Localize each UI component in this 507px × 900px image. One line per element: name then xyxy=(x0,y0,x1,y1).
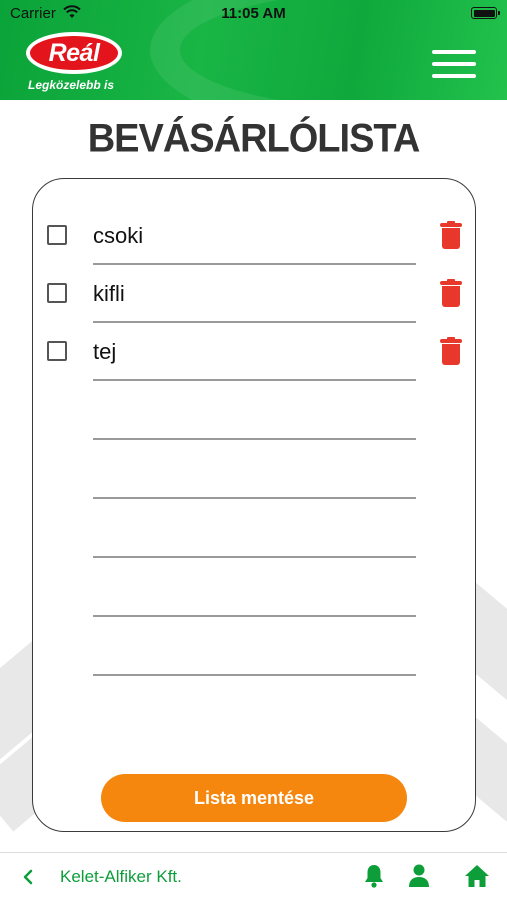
save-list-button[interactable]: Lista mentése xyxy=(101,774,407,822)
page-title: BEVÁSÁRLÓLISTA xyxy=(87,116,421,162)
home-icon[interactable] xyxy=(464,863,490,889)
shopping-list-card: csoki kifli tej Lista mentése xyxy=(32,178,476,832)
brand-logo[interactable]: Reál xyxy=(26,32,122,76)
empty-list-line[interactable] xyxy=(93,674,416,676)
logo-text: Reál xyxy=(48,39,100,67)
back-chevron-icon[interactable] xyxy=(22,869,34,885)
user-icon[interactable] xyxy=(408,863,430,889)
bell-icon[interactable] xyxy=(363,863,385,889)
company-name[interactable]: Kelet-Alfiker Kft. xyxy=(60,867,182,887)
bottom-bar: Kelet-Alfiker Kft. xyxy=(0,852,507,900)
trash-icon[interactable] xyxy=(439,337,463,367)
battery-icon xyxy=(471,7,500,19)
empty-list-line[interactable] xyxy=(93,497,416,499)
status-bar: Carrier 11:05 AM xyxy=(0,0,507,26)
list-item: tej xyxy=(33,295,477,365)
trash-lid xyxy=(440,339,462,343)
empty-list-line[interactable] xyxy=(93,556,416,558)
trash-bin xyxy=(442,344,460,365)
list-item: kifli xyxy=(33,237,477,307)
trash-lid xyxy=(440,223,462,227)
menu-bar-middle xyxy=(432,62,476,66)
list-item: csoki xyxy=(33,179,477,249)
item-checkbox[interactable] xyxy=(47,341,67,361)
item-label[interactable]: tej xyxy=(93,339,116,365)
menu-bar-bottom xyxy=(432,74,476,78)
list-line xyxy=(93,379,416,381)
empty-list-line[interactable] xyxy=(93,438,416,440)
menu-bar-top xyxy=(432,50,476,54)
empty-list-line[interactable] xyxy=(93,615,416,617)
hamburger-menu-icon[interactable] xyxy=(432,48,476,80)
trash-lid xyxy=(440,281,462,285)
clock-time: 11:05 AM xyxy=(221,5,286,22)
brand-tagline: Legközelebb is xyxy=(28,78,115,92)
